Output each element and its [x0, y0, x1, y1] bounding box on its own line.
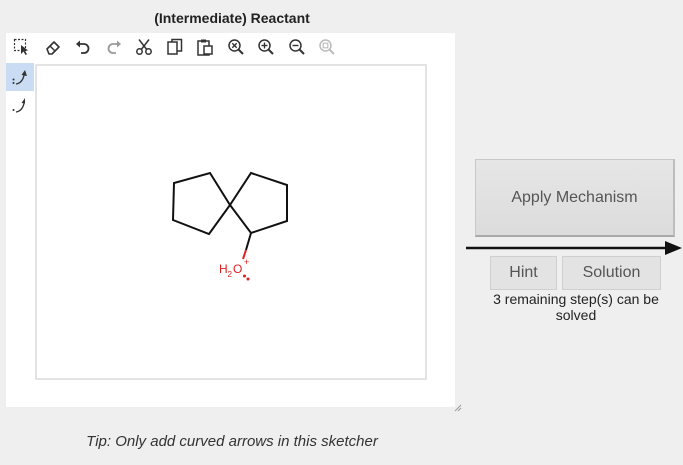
solution-button[interactable]: Solution: [562, 256, 661, 290]
cut-button[interactable]: [132, 36, 156, 58]
sketcher-toolbar: [10, 36, 346, 58]
hydronium-group: H 2 O +: [219, 257, 250, 281]
erase-icon: [45, 41, 60, 55]
remaining-steps-text: 3 remaining step(s) can be solved: [493, 291, 659, 323]
zoom-in-icon: [258, 39, 274, 55]
sketcher-title: (Intermediate) Reactant: [154, 10, 310, 26]
hydrogen-label: H: [219, 262, 228, 276]
hydrogen-subscript: 2: [228, 270, 233, 279]
lone-pair-dot: [246, 277, 250, 281]
undo-icon: [76, 40, 90, 54]
paste-button[interactable]: [193, 36, 217, 58]
carbon-oxygen-bond: [245, 232, 252, 251]
curved-arrow-one-electron-icon: [12, 98, 26, 113]
copy-icon: [166, 38, 182, 55]
drawing-canvas[interactable]: H 2 O +: [35, 64, 427, 380]
curved-arrow-one-electron-button[interactable]: [6, 91, 34, 119]
cut-icon: [136, 39, 152, 55]
erase-button[interactable]: [41, 36, 65, 58]
zoom-out-button[interactable]: [285, 36, 309, 58]
sketcher-panel: H 2 O +: [6, 33, 455, 407]
undo-button[interactable]: [71, 36, 95, 58]
cyclopentane-ring-right: [228, 171, 288, 235]
curved-arrow-two-electron-button[interactable]: [6, 63, 34, 91]
hint-button[interactable]: Hint: [490, 256, 557, 290]
zoom-out-icon: [288, 39, 305, 55]
zoom-reset-button[interactable]: [315, 36, 339, 58]
select-icon: [13, 38, 29, 55]
redo-icon: [107, 40, 121, 54]
lone-pair-dot: [243, 274, 246, 278]
apply-mechanism-button[interactable]: Apply Mechanism: [475, 159, 675, 237]
zoom-clear-button[interactable]: [224, 36, 248, 58]
paste-icon: [197, 39, 213, 56]
oxygen-label: O: [233, 262, 242, 276]
resize-grip-icon[interactable]: [454, 404, 462, 412]
curved-arrow-two-electron-icon: [12, 70, 27, 85]
tip-text: Tip: Only add curved arrows in this sket…: [86, 433, 378, 450]
zoom-clear-icon: [227, 39, 244, 55]
redo-button[interactable]: [102, 36, 126, 58]
zoom-reset-icon: [319, 39, 335, 55]
zoom-in-button[interactable]: [254, 36, 278, 58]
molecule-structure: H 2 O +: [171, 171, 288, 281]
positive-charge: +: [244, 257, 249, 267]
select-button[interactable]: [10, 36, 34, 58]
copy-button[interactable]: [163, 36, 187, 58]
sketcher-side-toolbar: [6, 63, 34, 119]
reaction-arrow-icon: [466, 241, 682, 255]
cyclopentane-ring-left: [171, 171, 232, 236]
